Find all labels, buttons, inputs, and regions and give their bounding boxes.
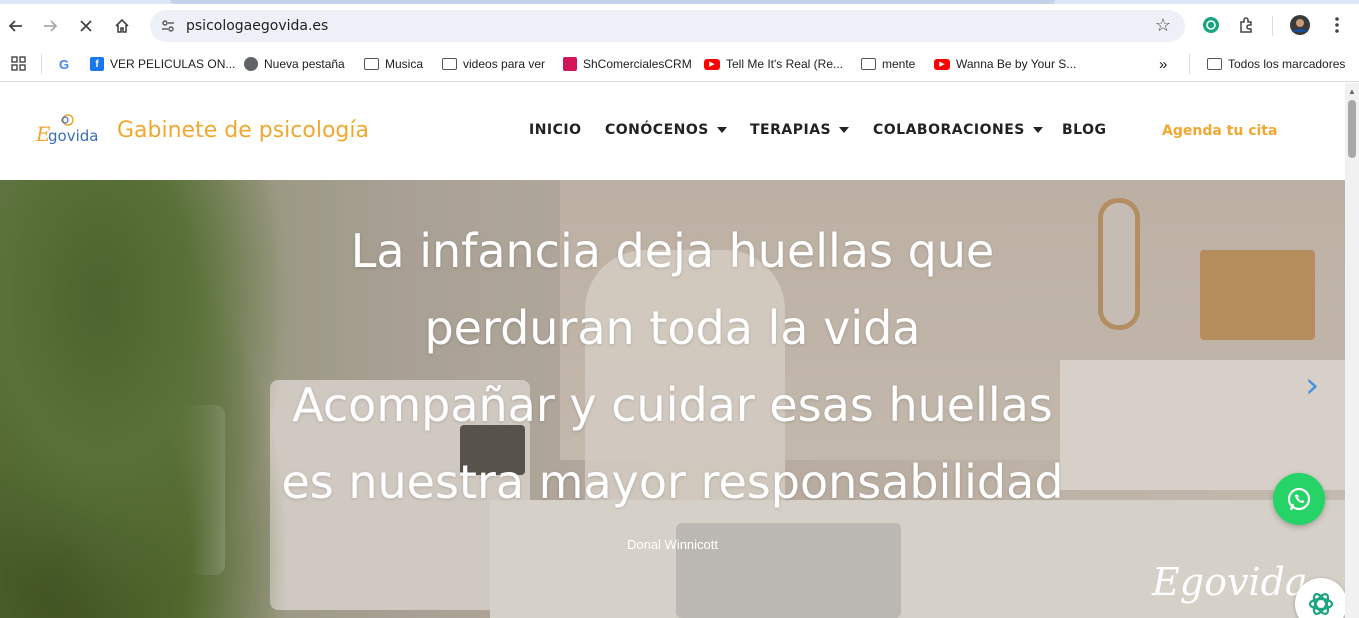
nav-conocenos[interactable]: CONÓCENOS	[605, 122, 727, 138]
facebook-icon: f	[90, 57, 104, 71]
address-bar[interactable]: psicologaegovida.es ☆	[150, 10, 1185, 42]
egovida-watermark: Egovida	[1152, 560, 1308, 604]
nav-inicio[interactable]: INICIO	[529, 122, 582, 138]
site-info-icon[interactable]	[160, 18, 176, 34]
chatgpt-floating-button[interactable]	[1295, 578, 1345, 618]
site-header: E govida Gabinete de psicología INICIO C…	[0, 83, 1345, 180]
extensions-puzzle-icon[interactable]	[1236, 14, 1258, 36]
bookmark-label: mente	[882, 57, 916, 71]
quote-line: es nuestra mayor responsabilidad	[281, 455, 1064, 509]
bookmark-wanna-be[interactable]: ▶ Wanna Be by Your S...	[934, 55, 1076, 73]
bookmark-label: VER PELICULAS ON...	[110, 57, 236, 71]
app-icon	[563, 57, 577, 71]
caret-down-icon	[716, 127, 727, 133]
bookmark-videos-para-ver[interactable]: videos para ver	[442, 55, 545, 73]
bookmark-ver-peliculas[interactable]: f VER PELICULAS ON...	[90, 55, 235, 73]
nav-label: CONÓCENOS	[605, 122, 709, 138]
arrow-left-icon	[8, 20, 22, 32]
nav-blog[interactable]: BLOG	[1062, 122, 1107, 138]
all-bookmarks-button[interactable]: Todos los marcadores	[1207, 55, 1345, 73]
bookmark-label: Wanna Be by Your S...	[956, 57, 1077, 71]
nav-label: TERAPIAS	[750, 122, 832, 138]
folder-icon	[442, 58, 457, 70]
toolbar-divider	[1272, 16, 1273, 36]
whatsapp-button[interactable]	[1273, 473, 1325, 525]
whatsapp-icon	[1287, 487, 1311, 511]
browser-toolbar: psicologaegovida.es ☆	[0, 4, 1359, 46]
chevron-double-right-icon: »	[1159, 55, 1168, 73]
caret-down-icon	[1032, 127, 1043, 133]
bookmarks-bar: G f VER PELICULAS ON... Nueva pestaña Mu…	[0, 46, 1359, 82]
bookmark-nueva-pestana[interactable]: Nueva pestaña	[244, 55, 345, 73]
caret-down-icon	[839, 127, 850, 133]
all-bookmarks-label: Todos los marcadores	[1228, 57, 1346, 71]
youtube-icon: ▶	[704, 58, 720, 70]
google-bookmark[interactable]: G	[57, 55, 77, 73]
web-page: E govida Gabinete de psicología INICIO C…	[0, 83, 1345, 618]
nav-label: BLOG	[1062, 122, 1107, 138]
nav-label: COLABORACIONES	[873, 122, 1025, 138]
bookmark-shcomercialescrm[interactable]: ShComercialesCRM	[563, 55, 692, 73]
folder-icon	[364, 58, 379, 70]
bookmark-star-icon[interactable]: ☆	[1155, 15, 1171, 36]
bookmark-label: Nueva pestaña	[264, 57, 345, 71]
quote-line: Acompañar y cuidar esas huellas	[292, 378, 1053, 432]
quote-line: perduran toda la vida	[424, 301, 921, 355]
hero-slider: La infancia deja huellas que perduran to…	[0, 180, 1345, 618]
close-icon	[80, 20, 92, 32]
bookmark-musica[interactable]: Musica	[364, 55, 423, 73]
browser-menu-icon[interactable]	[1326, 14, 1348, 36]
nav-colaboraciones[interactable]: COLABORACIONES	[873, 122, 1043, 138]
forward-button[interactable]	[36, 12, 64, 40]
arrow-right-icon	[44, 20, 58, 32]
egovida-logo[interactable]: E govida	[34, 113, 104, 151]
bookmarks-overflow-button[interactable]: »	[1159, 55, 1167, 73]
globe-icon	[244, 57, 258, 71]
home-button[interactable]	[108, 12, 136, 40]
quote-line: La infancia deja huellas que	[350, 224, 995, 278]
profile-avatar[interactable]	[1289, 14, 1311, 36]
bookmark-label: Musica	[385, 57, 424, 71]
hero-quote: La infancia deja huellas que perduran to…	[0, 213, 1345, 521]
youtube-icon: ▶	[934, 58, 950, 70]
quote-author: Donal Winnicott	[626, 537, 719, 552]
google-icon: G	[58, 56, 70, 72]
slider-next-arrow-icon[interactable]: ›	[1305, 365, 1335, 406]
url-text[interactable]: psicologaegovida.es	[186, 18, 328, 34]
bookmark-tell-me-its-real[interactable]: ▶ Tell Me It's Real (Re...	[704, 55, 843, 73]
bookmark-label: ShComercialesCRM	[583, 57, 692, 71]
svg-text:govida: govida	[48, 127, 98, 145]
home-icon	[115, 18, 129, 33]
bookmark-mente[interactable]: mente	[861, 55, 915, 73]
bookmark-label: videos para ver	[463, 57, 546, 71]
nav-terapias[interactable]: TERAPIAS	[750, 122, 850, 138]
back-button[interactable]	[2, 12, 30, 40]
chatgpt-icon	[1308, 593, 1334, 615]
nav-label: INICIO	[529, 122, 582, 138]
scroll-up-icon[interactable]: ▲	[1348, 87, 1356, 96]
folder-icon	[861, 58, 876, 70]
folder-icon	[1207, 58, 1222, 70]
stop-loading-button[interactable]	[72, 12, 100, 40]
chatgpt-extension-icon[interactable]	[1200, 14, 1222, 36]
bookmarks-divider	[1189, 54, 1190, 74]
scrollbar-thumb[interactable]	[1348, 100, 1356, 158]
book-appointment-link[interactable]: Agenda tu cita	[1162, 123, 1277, 139]
brand-title[interactable]: Gabinete de psicología	[117, 118, 369, 143]
page-scrollbar[interactable]: ▲	[1345, 83, 1359, 618]
bookmark-label: Tell Me It's Real (Re...	[726, 57, 843, 71]
bookmarks-divider	[41, 54, 42, 74]
apps-grid-icon[interactable]	[11, 55, 27, 73]
